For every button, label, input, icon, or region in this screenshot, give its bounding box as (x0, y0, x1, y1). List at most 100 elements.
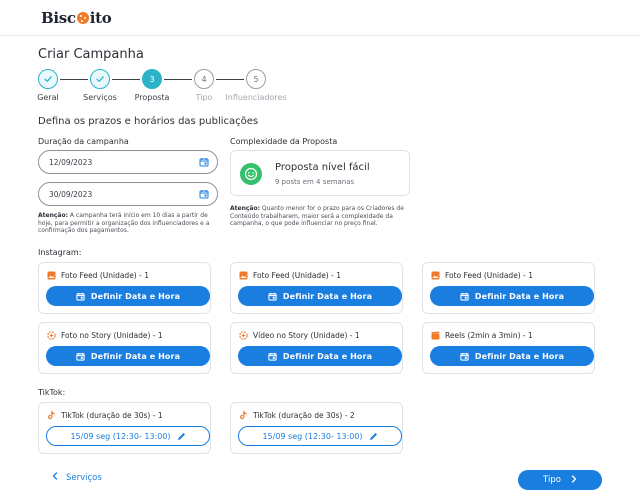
step-4-circle: 4 (194, 69, 214, 89)
post-header: Reels (2min a 3min) - 1 (431, 331, 533, 340)
step-connector (112, 79, 140, 80)
chevron-right-icon (571, 474, 577, 486)
step-2-label: Serviços (83, 93, 117, 102)
post-header: Foto no Story (Unidade) - 1 (47, 331, 163, 340)
post-title: Foto Feed (Unidade) - 1 (445, 271, 533, 280)
instagram-post-card: Reels (2min a 3min) - 1 Definir Data e H… (422, 322, 595, 374)
clapperboard-icon (431, 331, 440, 340)
scheduled-date-text: 15/09 seg (12:30- 13:00) (70, 431, 171, 441)
image-icon (431, 271, 440, 280)
tiktok-icon (47, 411, 56, 420)
calendar-icon (76, 352, 85, 361)
scheduled-date-button[interactable]: 15/09 seg (12:30- 13:00) (46, 426, 210, 446)
set-date-time-button[interactable]: Definir Data e Hora (430, 346, 594, 366)
step-connector (60, 79, 88, 80)
step-connector (164, 79, 192, 80)
duration-label: Duração da campanha (38, 137, 129, 146)
post-title: TikTok (duração de 30s) - 1 (61, 411, 163, 420)
set-date-time-button[interactable]: Definir Data e Hora (46, 286, 210, 306)
section-title: Defina os prazos e horários das publicaç… (38, 116, 259, 127)
proposal-complexity-card: Proposta nível fácil 9 posts em 4 semana… (230, 150, 410, 196)
instagram-label: Instagram: (38, 248, 82, 257)
step-2-circle[interactable] (90, 69, 110, 89)
brand-logo[interactable]: Bisc ito (41, 9, 112, 27)
post-title: Foto Feed (Unidade) - 1 (253, 271, 341, 280)
back-button-label: Serviços (66, 472, 102, 483)
cookie-icon (76, 12, 89, 24)
calendar-icon[interactable] (199, 157, 209, 169)
duration-note-bold: Atenção: (38, 212, 68, 219)
proposal-summary: 9 posts em 4 semanas (275, 178, 355, 186)
end-date-field[interactable]: 30/09/2023 (38, 182, 218, 206)
set-date-time-label: Definir Data e Hora (90, 291, 181, 301)
complexity-label: Complexidade da Proposta (230, 137, 338, 146)
post-header: Vídeo no Story (Unidade) - 1 (239, 331, 360, 340)
pencil-icon (177, 432, 186, 441)
calendar-icon (268, 352, 277, 361)
set-date-time-button[interactable]: Definir Data e Hora (238, 286, 402, 306)
post-header: Foto Feed (Unidade) - 1 (239, 271, 341, 280)
step-5-label: Influenciadores (225, 93, 287, 102)
calendar-icon (268, 292, 277, 301)
pencil-icon (369, 432, 378, 441)
next-button-label: Tipo (543, 475, 561, 485)
set-date-time-button[interactable]: Definir Data e Hora (46, 346, 210, 366)
scheduled-date-button[interactable]: 15/09 seg (12:30- 13:00) (238, 426, 402, 446)
step-3-label: Proposta (134, 93, 170, 102)
set-date-time-button[interactable]: Definir Data e Hora (238, 346, 402, 366)
set-date-time-label: Definir Data e Hora (282, 351, 373, 361)
step-1-label: Geral (37, 93, 59, 102)
post-header: Foto Feed (Unidade) - 1 (47, 271, 149, 280)
chevron-left-icon (52, 472, 58, 483)
check-icon (44, 76, 52, 82)
instagram-post-card: Foto no Story (Unidade) - 1 Definir Data… (38, 322, 211, 374)
end-date-value: 30/09/2023 (49, 189, 93, 199)
set-date-time-label: Definir Data e Hora (474, 351, 565, 361)
step-4-label: Tipo (195, 93, 213, 102)
instagram-post-card: Foto Feed (Unidade) - 1 Definir Data e H… (422, 262, 595, 314)
top-bar: Bisc ito (0, 0, 640, 36)
step-1-circle[interactable] (38, 69, 58, 89)
calendar-icon (460, 352, 469, 361)
start-date-value: 12/09/2023 (49, 157, 93, 167)
logo-text-left: Bisc (41, 9, 76, 27)
post-title: TikTok (duração de 30s) - 2 (253, 411, 355, 420)
duration-note: Atenção: A campanha terá início em 10 di… (38, 212, 220, 235)
progress-stepper: 3 4 5 Geral Serviços Proposta Tipo Influ… (37, 69, 328, 105)
logo-text-right: ito (89, 9, 112, 27)
post-title: Reels (2min a 3min) - 1 (445, 331, 533, 340)
post-title: Foto no Story (Unidade) - 1 (61, 331, 163, 340)
instagram-post-card: Foto Feed (Unidade) - 1 Definir Data e H… (38, 262, 211, 314)
tiktok-post-card: TikTok (duração de 30s) - 1 15/09 seg (1… (38, 402, 211, 454)
step-3-circle[interactable]: 3 (142, 69, 162, 89)
post-header: Foto Feed (Unidade) - 1 (431, 271, 533, 280)
image-icon (239, 271, 248, 280)
post-header: TikTok (duração de 30s) - 1 (47, 411, 163, 420)
start-date-field[interactable]: 12/09/2023 (38, 150, 218, 174)
calendar-icon (460, 292, 469, 301)
complexity-note-bold: Atenção: (230, 205, 260, 212)
post-title: Vídeo no Story (Unidade) - 1 (253, 331, 360, 340)
story-icon (47, 331, 56, 340)
page-title: Criar Campanha (38, 47, 144, 62)
step-connector (216, 79, 244, 80)
calendar-icon[interactable] (199, 189, 209, 201)
set-date-time-label: Definir Data e Hora (90, 351, 181, 361)
proposal-level: Proposta nível fácil (275, 162, 370, 173)
story-icon (239, 331, 248, 340)
complexity-note: Atenção: Quanto menor for o prazo para o… (230, 205, 408, 228)
set-date-time-label: Definir Data e Hora (474, 291, 565, 301)
instagram-post-card: Vídeo no Story (Unidade) - 1 Definir Dat… (230, 322, 403, 374)
image-icon (47, 271, 56, 280)
smile-icon (240, 163, 262, 185)
back-button[interactable]: Serviços (52, 472, 102, 483)
step-5-circle: 5 (246, 69, 266, 89)
scheduled-date-text: 15/09 seg (12:30- 13:00) (262, 431, 363, 441)
next-button[interactable]: Tipo (518, 470, 602, 490)
instagram-post-card: Foto Feed (Unidade) - 1 Definir Data e H… (230, 262, 403, 314)
check-icon (96, 76, 104, 82)
calendar-icon (76, 292, 85, 301)
tiktok-post-card: TikTok (duração de 30s) - 2 15/09 seg (1… (230, 402, 403, 454)
set-date-time-button[interactable]: Definir Data e Hora (430, 286, 594, 306)
post-title: Foto Feed (Unidade) - 1 (61, 271, 149, 280)
